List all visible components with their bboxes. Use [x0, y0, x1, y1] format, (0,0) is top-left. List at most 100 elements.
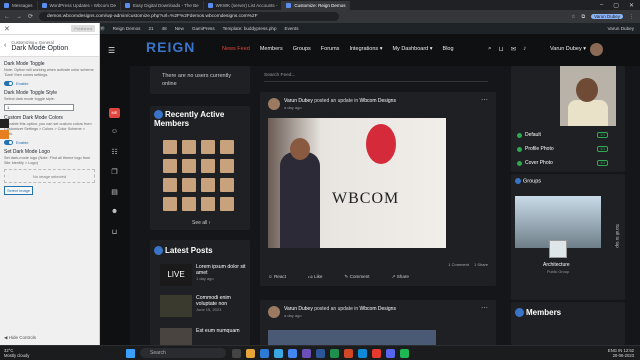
select-image-button[interactable]: Select image — [4, 186, 34, 195]
nav-integrations[interactable]: Integrations ▾ — [349, 46, 382, 52]
back-chevron-icon[interactable]: ‹ — [4, 42, 6, 49]
system-clock[interactable]: ENG IN 12:52 20-06-2023 — [608, 348, 634, 358]
member-avatar[interactable] — [201, 159, 215, 173]
custom-colors-switch[interactable] — [4, 140, 13, 145]
video-embed[interactable] — [268, 330, 436, 345]
minimize-icon[interactable]: – — [600, 2, 603, 8]
tab-edd[interactable]: Easy Digital Downloads - The Be — [121, 1, 204, 10]
more-options-icon[interactable]: ⋯ — [481, 96, 488, 104]
share-button[interactable]: ↗ Share — [392, 274, 409, 280]
cart-icon[interactable]: ⊔ — [499, 45, 504, 53]
word-icon[interactable] — [316, 349, 325, 358]
post-item[interactable]: Est eum numquam — [160, 328, 248, 345]
member-avatar[interactable] — [220, 178, 234, 192]
nav-dashboard[interactable]: My Dashboard ▾ — [392, 46, 432, 52]
member-avatar[interactable] — [163, 197, 177, 211]
cart-icon[interactable]: ⊔ — [109, 228, 120, 238]
comment-count[interactable]: 1 Comment — [448, 262, 469, 267]
group-name[interactable]: Architecture — [543, 262, 570, 268]
tab-messages[interactable]: Messages — [0, 1, 38, 10]
hamburger-icon[interactable]: ☰ — [108, 46, 115, 55]
see-all-link[interactable]: See all › — [192, 220, 210, 226]
template-link[interactable]: Template: buddypress.php — [223, 26, 277, 31]
tab-customize[interactable]: Customize: Reign Demos — [282, 1, 351, 10]
profile-button[interactable]: Varun Dubey — [591, 14, 623, 19]
excel-icon[interactable] — [330, 349, 339, 358]
comments-count[interactable]: 48 — [162, 26, 167, 31]
star-icon[interactable]: ☆ — [571, 14, 575, 20]
tab-whm[interactable]: WKWK (server) List Accounts - — [204, 1, 283, 10]
vscode-icon[interactable] — [358, 349, 367, 358]
publish-button[interactable]: Published — [71, 25, 95, 32]
search-feed-input[interactable]: Search Feed... — [264, 73, 488, 82]
profile-icon[interactable]: ☺ — [109, 128, 120, 138]
author-link[interactable]: Varun Dubey — [284, 306, 313, 312]
scroll-to-top-button[interactable]: Scroll to top — [615, 224, 620, 248]
url-field[interactable]: demos.wbcomdesigns.com/wp-admin/customiz… — [39, 12, 340, 21]
spotify-icon[interactable] — [400, 349, 409, 358]
groups-icon[interactable]: ☷ — [109, 148, 120, 158]
site-logo[interactable]: REIGN — [146, 39, 195, 55]
post-item[interactable]: Commodi enim voluptate non June 15, 2023 — [160, 295, 248, 317]
forums-icon[interactable]: ❐ — [109, 168, 120, 178]
comment-button[interactable]: ✎ Comment — [345, 274, 370, 280]
taskbar-search[interactable]: Search — [140, 348, 226, 358]
nav-groups[interactable]: Groups — [293, 46, 311, 52]
gamipress-link[interactable]: GamiPress — [192, 26, 215, 31]
member-avatar[interactable] — [220, 159, 234, 173]
share-count[interactable]: 1 Share — [474, 262, 488, 267]
dark-mode-toggle-switch[interactable] — [4, 81, 13, 86]
group-avatar[interactable] — [549, 240, 567, 258]
react-button[interactable]: ☺ React — [268, 274, 286, 280]
member-avatar[interactable] — [201, 140, 215, 154]
menu-icon[interactable]: ⋮ — [629, 14, 634, 20]
toggle-style-select[interactable]: 1 — [4, 104, 74, 111]
task-view-icon[interactable] — [232, 349, 241, 358]
close-window-icon[interactable]: ✕ — [629, 2, 634, 9]
close-icon[interactable]: ✕ — [4, 25, 10, 33]
member-avatar[interactable] — [163, 140, 177, 154]
windows-start-icon[interactable] — [126, 349, 135, 358]
back-arrow-icon[interactable]: ← — [4, 14, 10, 20]
maximize-icon[interactable]: ▢ — [613, 2, 619, 9]
member-avatar[interactable] — [182, 178, 196, 192]
mail-icon[interactable]: ✉ — [511, 45, 516, 53]
post-item[interactable]: LIVE Lorem ipsum dolor sit amet 1 day ago — [160, 264, 248, 286]
users-icon[interactable]: ☻ — [109, 208, 120, 218]
chrome-icon[interactable] — [288, 349, 297, 358]
group-link[interactable]: Wbcom Designs — [360, 306, 396, 312]
discord-icon[interactable] — [386, 349, 395, 358]
dashboard-icon[interactable]: ME — [109, 108, 120, 118]
file-explorer-icon[interactable] — [246, 349, 255, 358]
more-options-icon[interactable]: ⋯ — [481, 304, 488, 312]
powerpoint-icon[interactable] — [344, 349, 353, 358]
events-link[interactable]: Events — [285, 26, 299, 31]
teams-icon[interactable] — [302, 349, 311, 358]
member-avatar[interactable] — [163, 159, 177, 173]
member-avatar[interactable] — [201, 178, 215, 192]
search-icon[interactable]: ⌕ — [488, 45, 492, 53]
extensions-icon[interactable]: ⧉ — [581, 14, 585, 20]
wp-logo-icon[interactable]: Ⓦ — [100, 26, 105, 32]
new-link[interactable]: New — [175, 26, 184, 31]
tab-wordpress-updates[interactable]: WordPress Updates › Wbcom De — [38, 1, 121, 10]
nav-news-feed[interactable]: News Feed — [222, 46, 250, 52]
site-name-link[interactable]: Reign Demos — [113, 26, 141, 31]
forward-arrow-icon[interactable]: → — [16, 14, 22, 20]
color-swatch[interactable] — [0, 119, 9, 128]
like-button[interactable]: 👍︎ Like — [308, 274, 323, 280]
nav-forums[interactable]: Forums — [321, 46, 340, 52]
mail-app-icon[interactable] — [260, 349, 269, 358]
howdy-user[interactable]: Varun Dubey — [608, 26, 634, 31]
bell-icon[interactable]: ♪ — [523, 45, 526, 53]
updates-count[interactable]: 21 — [148, 26, 153, 31]
nav-blog[interactable]: Blog — [443, 46, 454, 52]
activity-photo[interactable]: WBCOM — [268, 118, 446, 248]
author-avatar[interactable] — [268, 306, 280, 318]
nav-members[interactable]: Members — [260, 46, 283, 52]
color-badge[interactable] — [0, 130, 9, 139]
hide-controls-button[interactable]: ◀ Hide Controls — [4, 335, 36, 341]
user-menu[interactable]: Varun Dubey ▾ — [550, 46, 586, 52]
member-avatar[interactable] — [201, 197, 215, 211]
member-avatar[interactable] — [182, 159, 196, 173]
